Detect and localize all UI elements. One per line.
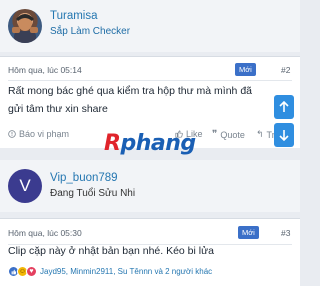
reactions-bar[interactable]: ☺ ♥ Jayd95, Minmin2911, Su Tênnn và 2 ng…: [8, 266, 212, 277]
user-title: Sắp Làm Checker: [50, 26, 131, 37]
scroll-down-button[interactable]: [274, 123, 294, 147]
post-number[interactable]: #2: [281, 65, 290, 75]
new-badge: Mới: [235, 63, 256, 76]
user-bar-post-2: Turamisa Sắp Làm Checker: [0, 0, 300, 52]
user-avatar-turamisa[interactable]: [8, 9, 42, 43]
divider: [8, 80, 292, 81]
watermark-r: R: [104, 131, 121, 156]
user-bar-post-3: V Vip_buon789 Đang Tuổi Sửu Nhi: [0, 160, 300, 212]
report-action[interactable]: Báo vi phạm: [8, 129, 69, 139]
arrow-down-icon: [279, 130, 289, 141]
username[interactable]: Vip_buon789: [50, 172, 118, 184]
user-avatar-vip-buon789[interactable]: V: [8, 169, 42, 203]
scroll-up-button[interactable]: [274, 95, 294, 119]
avatar-image: [12, 14, 38, 43]
post-timestamp[interactable]: Hôm qua, lúc 05:14: [8, 65, 82, 75]
post-number[interactable]: #3: [281, 228, 290, 238]
username[interactable]: Turamisa: [50, 10, 98, 22]
alert-icon: [8, 130, 16, 138]
quote-action[interactable]: ❞ Quote: [212, 129, 245, 140]
watermark-phang: phang: [120, 131, 196, 156]
reactions-summary[interactable]: Jayd95, Minmin2911, Su Tênnn và 2 người …: [40, 267, 212, 276]
arrow-up-icon: [279, 101, 289, 112]
reply-action[interactable]: ↰ Tr: [256, 129, 275, 140]
post-3: Hôm qua, lúc 05:30 Mới #3 Clip cặp này ở…: [0, 218, 300, 286]
love-reaction-icon: ♥: [26, 266, 37, 277]
reply-icon: ↰: [256, 129, 264, 139]
post-message: Rất mong bác ghé qua kiểm tra hộp thư mà…: [8, 85, 252, 115]
post-timestamp[interactable]: Hôm qua, lúc 05:30: [8, 228, 82, 238]
avatar-letter: V: [19, 176, 31, 195]
quote-icon: ❞: [212, 129, 218, 140]
post-message: Clip cặp này ở nhật bản bạn nhé. Kéo bi …: [8, 245, 214, 257]
rphang-watermark-logo: Rphang: [104, 131, 196, 156]
quote-label: Quote: [220, 129, 245, 140]
report-label: Báo vi phạm: [19, 129, 70, 139]
new-badge: Mới: [238, 226, 259, 239]
user-title: Đang Tuổi Sửu Nhi: [50, 188, 136, 199]
